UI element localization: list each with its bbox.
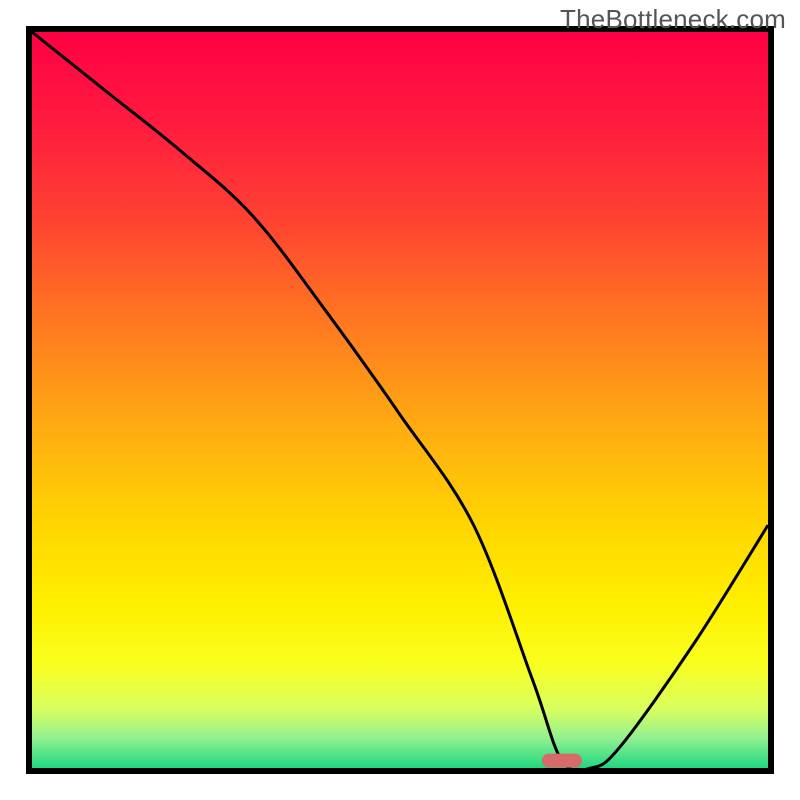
chart-container: { "watermark": "TheBottleneck.com", "cha… xyxy=(0,0,800,800)
watermark-text: TheBottleneck.com xyxy=(560,4,786,35)
frame-bottom xyxy=(26,768,774,774)
frame-left xyxy=(26,26,32,774)
optimal-marker xyxy=(542,754,582,768)
plot-background xyxy=(32,32,768,768)
frame-right xyxy=(768,26,774,774)
bottleneck-chart xyxy=(0,0,800,800)
